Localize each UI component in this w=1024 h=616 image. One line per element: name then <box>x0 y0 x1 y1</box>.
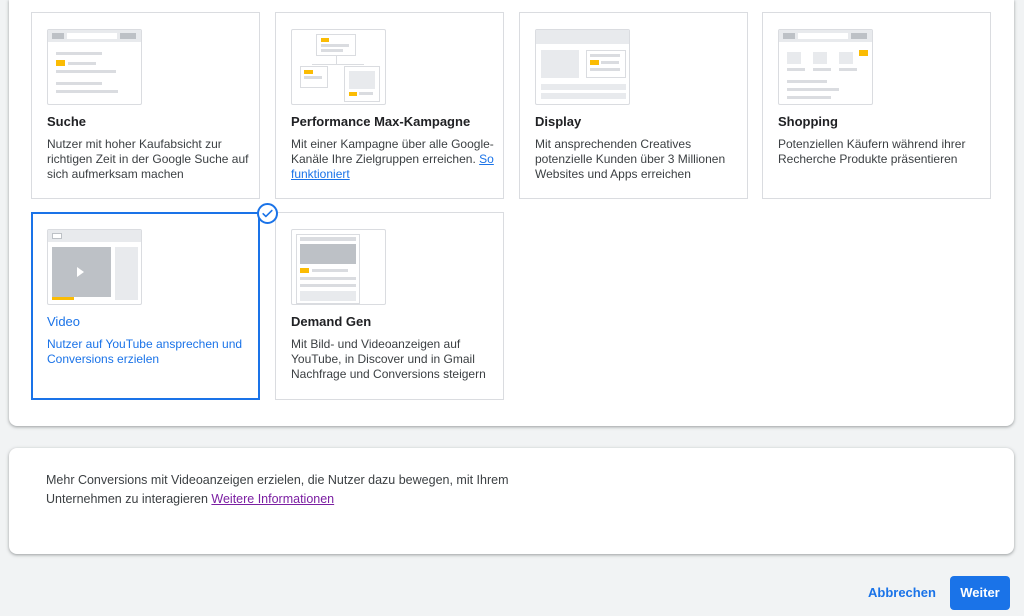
campaign-card-title: Shopping <box>778 114 838 129</box>
campaign-card-description: Nutzer mit hoher Kaufabsicht zur richtig… <box>47 137 249 181</box>
campaign-info-panel: Mehr Conversions mit Videoanzeigen erzie… <box>9 448 1014 554</box>
campaign-card-demand-gen[interactable]: Demand Gen Mit Bild- und Videoanzeigen a… <box>275 212 504 400</box>
video-illustration <box>47 229 142 305</box>
more-info-link[interactable]: Weitere Informationen <box>211 492 334 506</box>
cancel-button[interactable]: Abbrechen <box>862 580 942 606</box>
campaign-card-description: Nutzer auf YouTube ansprechen und Conver… <box>47 337 243 366</box>
shopping-illustration <box>778 29 873 105</box>
campaign-card-title: Video <box>47 314 81 329</box>
campaign-card-display[interactable]: Display Mit ansprechenden Creatives pote… <box>519 12 748 199</box>
campaign-card-description: Mit ansprechenden Creatives potenzielle … <box>535 137 726 181</box>
play-icon <box>77 267 84 277</box>
campaign-card-description: Mit Bild- und Videoanzeigen auf YouTube,… <box>291 337 486 381</box>
campaign-card-shopping[interactable]: Shopping Potenziellen Käufern während ih… <box>762 12 991 199</box>
campaign-card-description: Mit einer Kampagne über alle Google-Kanä… <box>291 137 494 181</box>
campaign-type-panel: Suche Nutzer mit hoher Kaufabsicht zur r… <box>9 0 1014 426</box>
campaign-info-text: Mehr Conversions mit Videoanzeigen erzie… <box>46 473 509 506</box>
campaign-card-search[interactable]: Suche Nutzer mit hoher Kaufabsicht zur r… <box>31 12 260 199</box>
campaign-card-title: Demand Gen <box>291 314 372 329</box>
campaign-card-performance-max[interactable]: Performance Max-Kampagne Mit einer Kampa… <box>275 12 504 199</box>
search-illustration <box>47 29 142 105</box>
campaign-card-title: Suche <box>47 114 87 129</box>
next-button[interactable]: Weiter <box>950 576 1010 610</box>
performance-max-illustration <box>291 29 386 105</box>
campaign-card-title: Display <box>535 114 582 129</box>
campaign-card-video[interactable]: Video Nutzer auf YouTube ansprechen und … <box>31 212 260 400</box>
selected-check-icon <box>257 203 278 224</box>
display-illustration <box>535 29 630 105</box>
campaign-card-description: Potenziellen Käufern während ihrer Reche… <box>778 137 966 166</box>
campaign-card-title: Performance Max-Kampagne <box>291 114 471 129</box>
demand-gen-illustration <box>291 229 386 305</box>
